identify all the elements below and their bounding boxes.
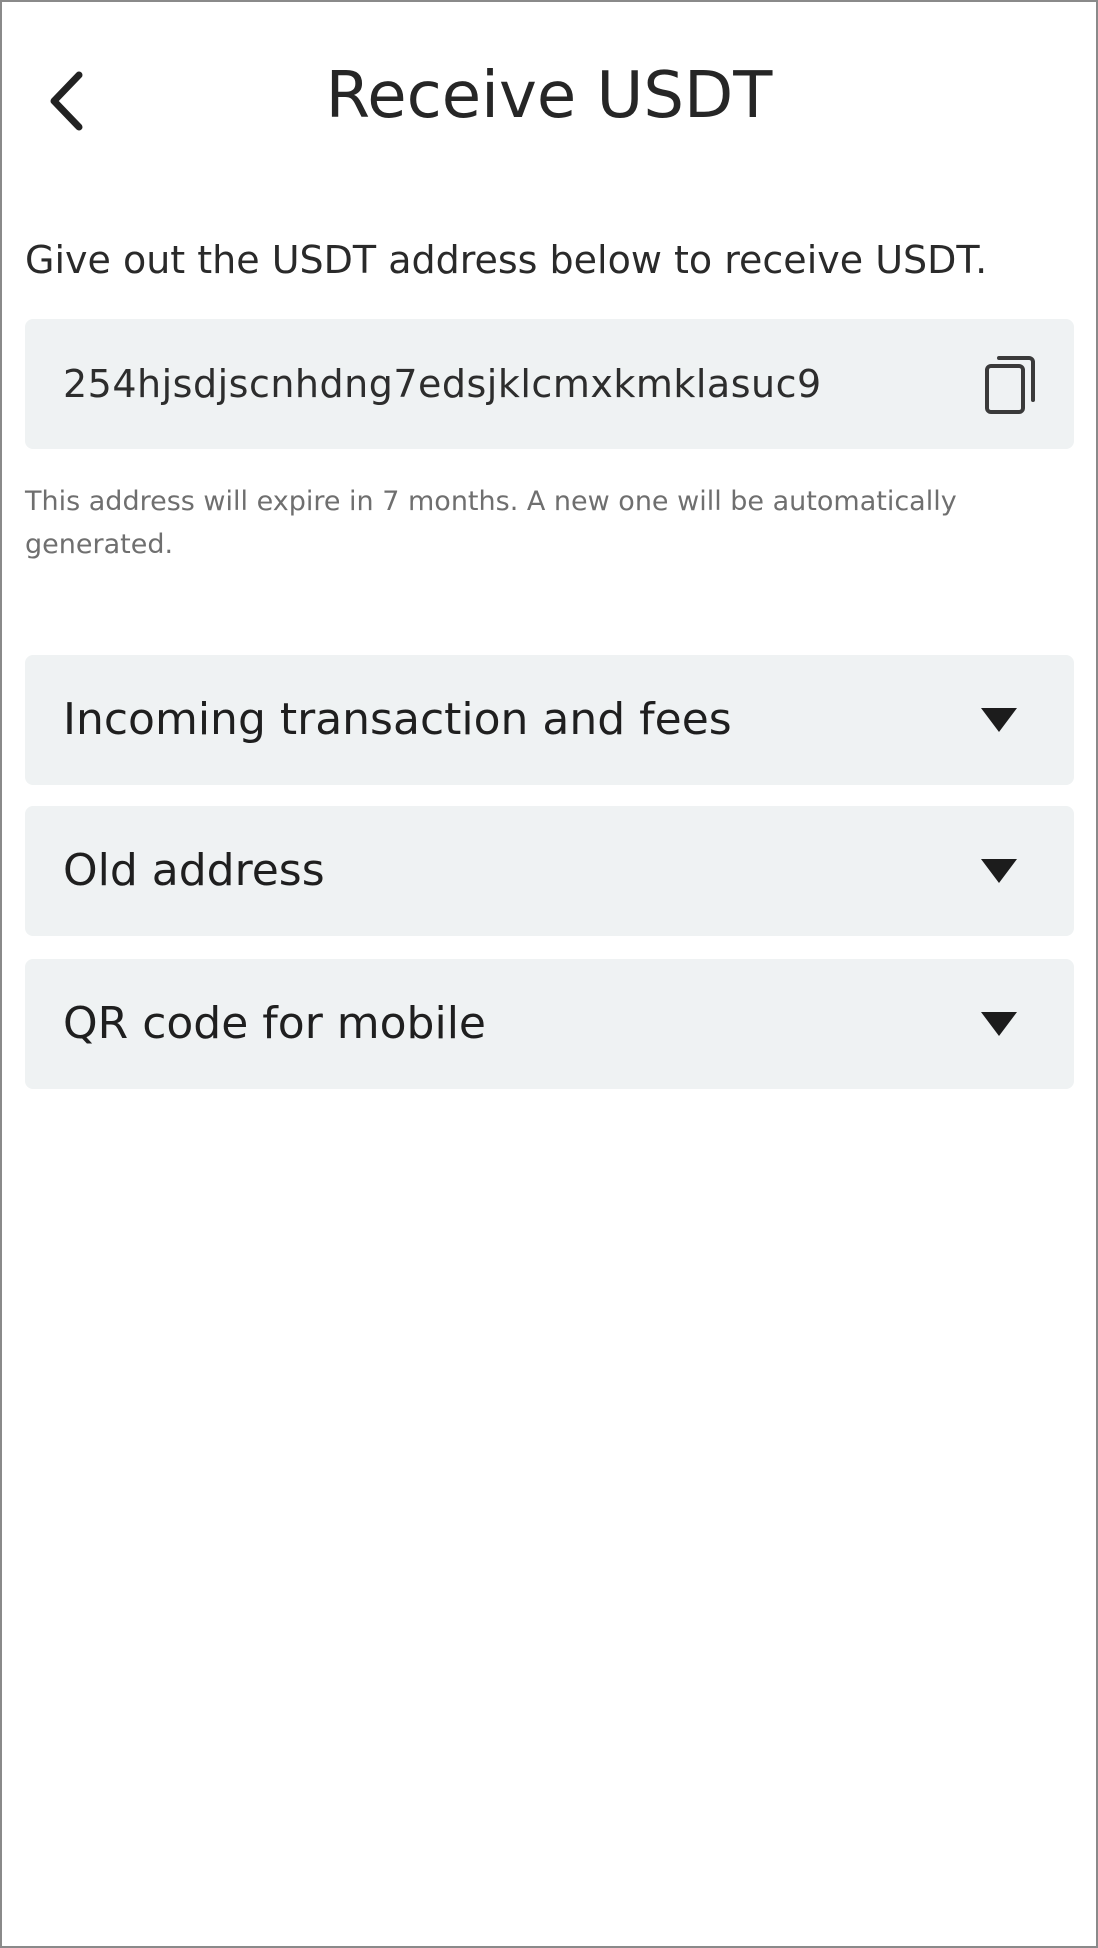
incoming-transaction-fees-accordion[interactable]: Incoming transaction and fees: [25, 655, 1074, 785]
accordion-label: Old address: [63, 845, 325, 896]
caret-down-icon: [979, 706, 1019, 734]
accordion-label: Incoming transaction and fees: [63, 694, 732, 745]
instruction-text: Give out the USDT address below to recei…: [25, 238, 988, 282]
receive-usdt-screen: Receive USDT Give out the USDT address b…: [0, 0, 1098, 1948]
copy-address-button[interactable]: [976, 349, 1046, 419]
old-address-accordion[interactable]: Old address: [25, 806, 1074, 936]
caret-down-icon: [979, 857, 1019, 885]
page-title: Receive USDT: [325, 59, 773, 133]
usdt-address-value: 254hjsdjscnhdng7edsjklcmxkmklasuc9: [63, 362, 822, 406]
copy-icon: [985, 356, 1035, 414]
qr-code-mobile-accordion[interactable]: QR code for mobile: [25, 959, 1074, 1089]
usdt-address-field: 254hjsdjscnhdng7edsjklcmxkmklasuc9: [25, 319, 1074, 449]
header: Receive USDT: [2, 2, 1096, 192]
address-expiry-note: This address will expire in 7 months. A …: [25, 486, 957, 560]
caret-down-icon: [979, 1010, 1019, 1038]
accordion-label: QR code for mobile: [63, 998, 487, 1049]
